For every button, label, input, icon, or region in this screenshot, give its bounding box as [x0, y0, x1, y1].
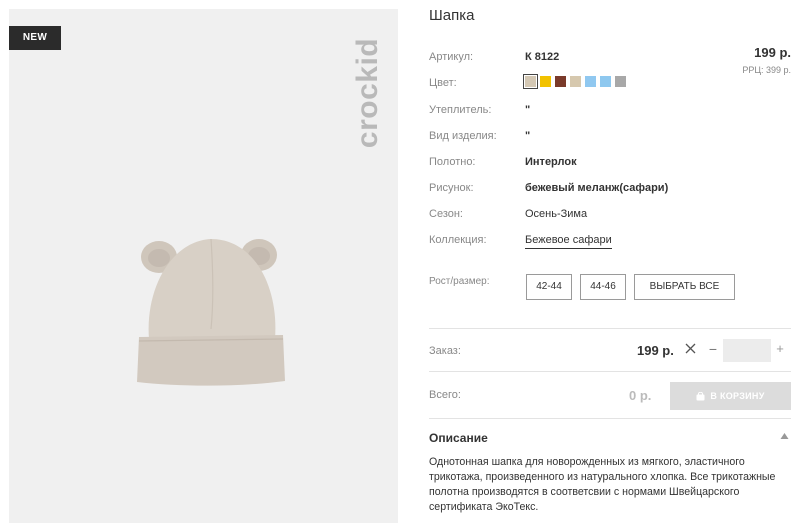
product-price: 199 р. — [754, 45, 791, 60]
attr-value-pattern: бежевый меланж(сафари) — [525, 182, 669, 194]
attr-value-fabric: Интерлок — [525, 156, 577, 168]
attr-label-color: Цвет: — [429, 77, 457, 89]
add-to-cart-label: В КОРЗИНУ — [710, 391, 765, 401]
color-swatch[interactable] — [570, 76, 581, 87]
size-option-42-44[interactable]: 42-44 — [526, 274, 572, 300]
chevron-up-icon[interactable] — [780, 432, 789, 440]
attr-label-fabric: Полотно: — [429, 156, 476, 168]
total-value: 0 р. — [629, 388, 652, 403]
quantity-input[interactable] — [723, 339, 771, 362]
attr-label-insulation: Утеплитель: — [429, 104, 492, 116]
cart-icon — [696, 391, 705, 400]
recommended-retail-price: РРЦ: 399 р. — [742, 65, 791, 75]
brand-logo: crockid — [338, 23, 398, 163]
total-label: Всего: — [429, 389, 461, 401]
product-gallery: NEW crockid — [9, 9, 398, 523]
divider — [429, 371, 791, 372]
color-swatch[interactable] — [600, 76, 611, 87]
attr-row-insulation: Утеплитель: " — [429, 104, 729, 120]
product-image[interactable] — [131, 219, 291, 389]
size-option-44-46[interactable]: 44-46 — [580, 274, 626, 300]
brand-logo-text: crockid — [351, 37, 384, 149]
quantity-decrease-button[interactable]: − — [707, 338, 719, 360]
attr-label-pattern: Рисунок: — [429, 182, 474, 194]
attr-value-season: Осень-Зима — [525, 208, 588, 220]
product-title: Шапка — [429, 7, 475, 24]
new-badge: NEW — [9, 26, 61, 50]
color-swatch[interactable] — [540, 76, 551, 87]
collection-link[interactable]: Бежевое сафари — [525, 234, 612, 249]
attr-label-collection: Коллекция: — [429, 234, 487, 246]
color-swatch[interactable] — [555, 76, 566, 87]
attr-value-item-type: " — [525, 130, 531, 142]
attr-label-season: Сезон: — [429, 208, 463, 220]
divider — [429, 328, 791, 329]
close-icon[interactable] — [685, 343, 696, 354]
attr-row-color: Цвет: — [429, 74, 729, 93]
description-title[interactable]: Описание — [429, 431, 488, 445]
product-info-panel: Шапка 199 р. РРЦ: 399 р. Артикул: К 8122… — [429, 0, 791, 523]
attr-row-pattern: Рисунок: бежевый меланж(сафари) — [429, 182, 729, 198]
color-swatch[interactable] — [615, 76, 626, 87]
attr-row-fabric: Полотно: Интерлок — [429, 156, 729, 172]
size-label: Рост/размер: — [429, 276, 490, 287]
divider — [429, 418, 791, 419]
color-swatch[interactable] — [523, 74, 538, 89]
attr-value-insulation: " — [525, 104, 531, 116]
add-to-cart-button[interactable]: В КОРЗИНУ — [670, 382, 791, 410]
quantity-increase-button[interactable]: + — [773, 338, 787, 360]
attr-label-article: Артикул: — [429, 51, 474, 63]
select-all-sizes-button[interactable]: ВЫБРАТЬ ВСЕ — [634, 274, 735, 300]
attr-row-item-type: Вид изделия: " — [429, 130, 729, 146]
order-price: 199 р. — [637, 343, 674, 358]
attr-value-article: К 8122 — [525, 51, 560, 63]
attr-row-article: Артикул: К 8122 — [429, 51, 729, 67]
attr-row-collection: Коллекция: Бежевое сафари — [429, 234, 729, 250]
order-label: Заказ: — [429, 345, 461, 357]
color-swatches — [523, 74, 626, 89]
attr-row-season: Сезон: Осень-Зима — [429, 208, 729, 224]
color-swatch[interactable] — [585, 76, 596, 87]
attr-label-item-type: Вид изделия: — [429, 130, 497, 142]
description-text: Однотонная шапка для новорожденных из мя… — [429, 456, 776, 513]
